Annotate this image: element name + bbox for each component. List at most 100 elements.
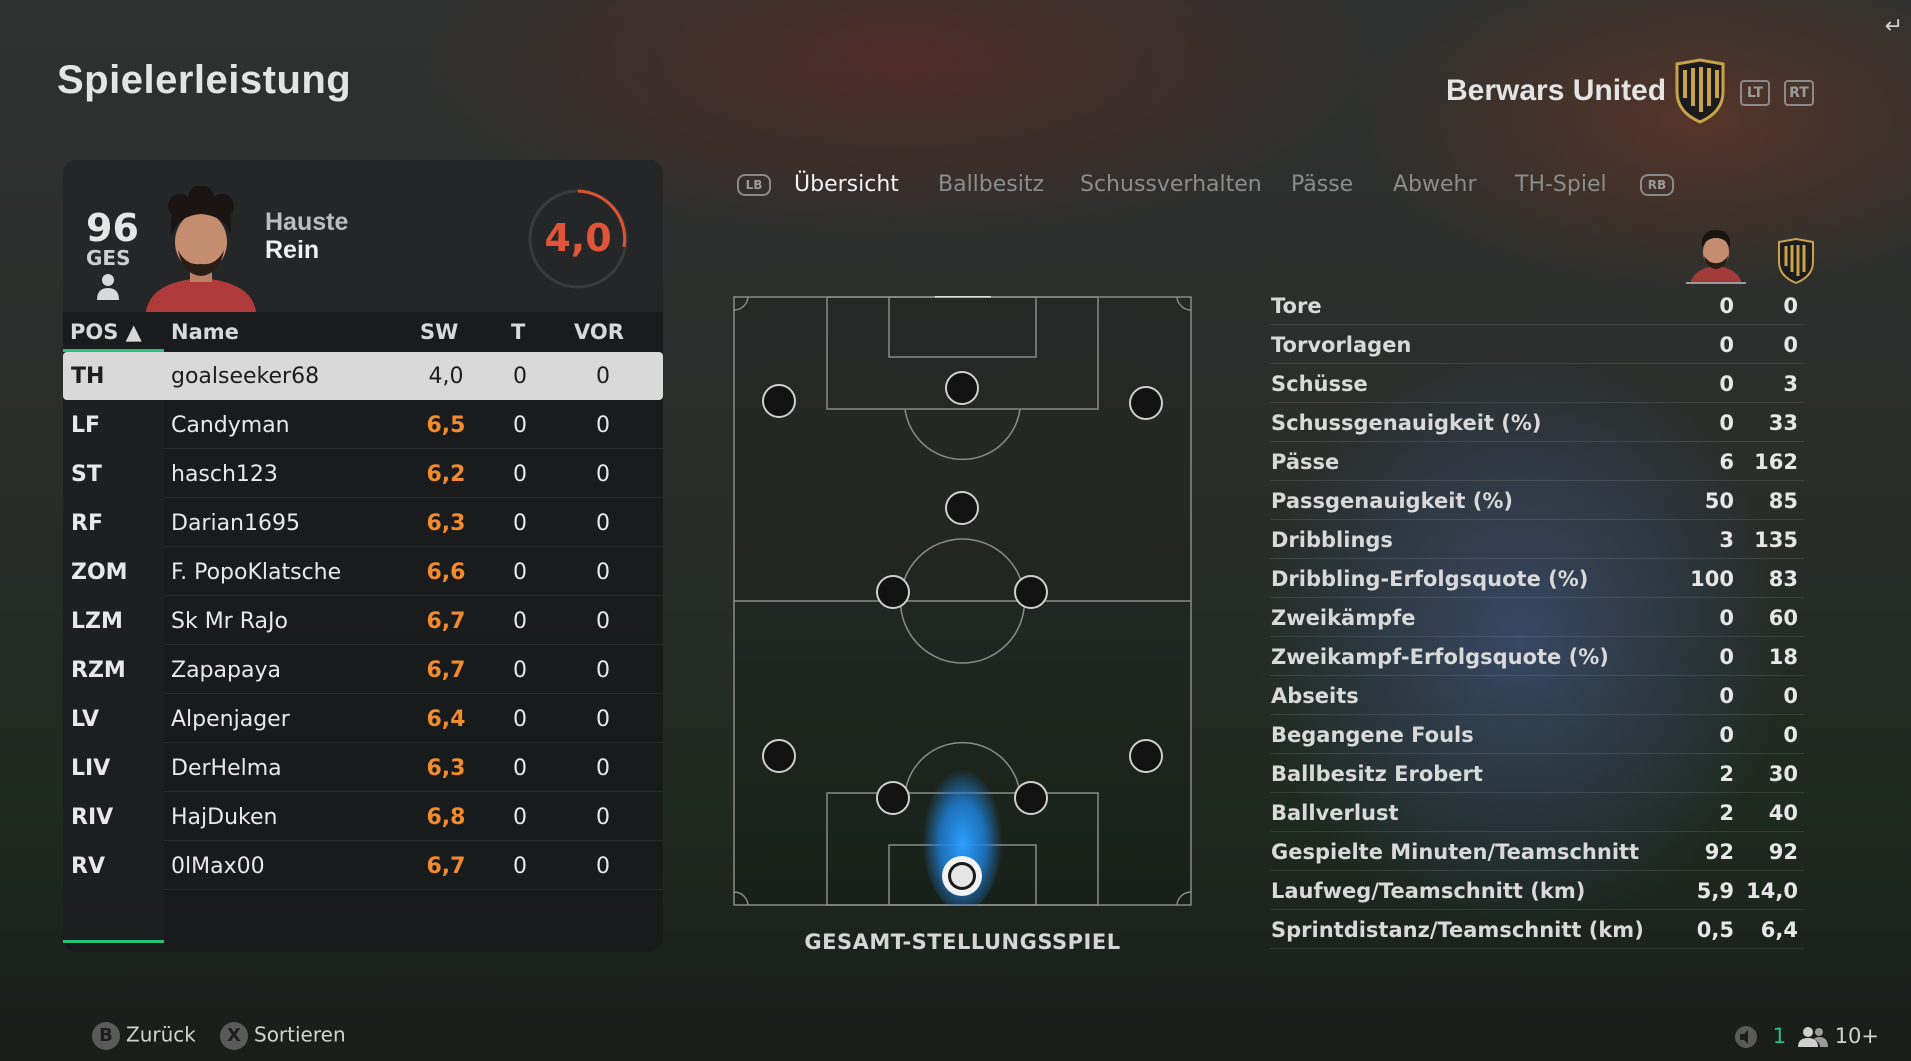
table-row[interactable]: RIV HajDuken 6,8 0 0 [63,793,663,841]
mute-icon [1735,1026,1757,1048]
row-divider [164,546,663,547]
stat-label: Dribblings [1271,528,1393,552]
row-position: RIV [71,805,114,830]
rt-button[interactable]: RT [1784,80,1814,106]
stat-row: Zweikämpfe 0 60 [1270,598,1804,637]
row-player-name: hasch123 [171,462,278,487]
row-goals: 0 [513,364,527,389]
row-player-name: 0lMax00 [171,854,265,879]
stat-player-value: 0 [1719,294,1734,318]
stat-row: Ballverlust 2 40 [1270,793,1804,832]
players-icon [1798,1027,1828,1047]
stat-row: Pässe 6 162 [1270,442,1804,481]
stat-row: Torvorlagen 0 0 [1270,325,1804,364]
row-goals: 0 [513,609,527,634]
table-row[interactable]: TH goalseeker68 4,0 0 0 [63,352,663,400]
stat-row: Dribbling-Erfolgsquote (%) 100 83 [1270,559,1804,598]
b-button-icon: B [92,1022,120,1050]
row-rating: 4,0 [428,364,464,389]
team-name: Berwars United [1446,74,1667,107]
stat-team-value: 0 [1783,294,1798,318]
back-button[interactable]: B Zurück [92,1022,196,1050]
stat-team-value: 92 [1768,840,1798,864]
stat-label: Torvorlagen [1271,333,1412,357]
stat-player-value: 0 [1719,333,1734,357]
row-divider [164,889,663,890]
stat-player-value: 2 [1719,801,1734,825]
stat-player-value: 5,9 [1696,879,1734,903]
stat-player-value: 0 [1719,411,1734,435]
tab-schussverhalten[interactable]: Schussverhalten [1080,172,1262,197]
stat-team-value: 40 [1768,801,1798,825]
stat-row: Sprintdistanz/Teamschnitt (km) 0,5 6,4 [1270,910,1804,949]
tab-ballbesitz[interactable]: Ballbesitz [938,172,1044,197]
col-header-pos[interactable]: POS ▲ [70,320,142,344]
table-row[interactable]: ST hasch123 6,2 0 0 [63,450,663,498]
table-row[interactable]: RF Darian1695 6,3 0 0 [63,499,663,547]
row-player-name: goalseeker68 [171,364,320,389]
table-row[interactable]: LF Candyman 6,5 0 0 [63,401,663,449]
stat-label: Sprintdistanz/Teamschnitt (km) [1271,918,1644,942]
table-row[interactable]: LV Alpenjager 6,4 0 0 [63,695,663,743]
rb-button[interactable]: RB [1640,174,1674,196]
stat-player-value: 3 [1719,528,1734,552]
row-assists: 0 [596,658,610,683]
row-player-name: Zapapaya [171,658,281,683]
row-goals: 0 [513,707,527,732]
row-divider [164,595,663,596]
stat-player-value: 2 [1719,762,1734,786]
row-rating: 6,6 [426,560,466,585]
stat-label: Laufweg/Teamschnitt (km) [1271,879,1586,903]
positioning-heatmap [733,296,1192,906]
stat-row: Abseits 0 0 [1270,676,1804,715]
stat-player-value: 92 [1704,840,1734,864]
row-rating: 6,2 [426,462,466,487]
row-goals: 0 [513,805,527,830]
lt-button[interactable]: LT [1740,80,1770,106]
row-divider [164,693,663,694]
table-row[interactable]: LIV DerHelma 6,3 0 0 [63,744,663,792]
row-assists: 0 [596,854,610,879]
stat-team-value: 14,0 [1746,879,1798,903]
stat-team-value: 60 [1768,606,1798,630]
stat-team-value: 0 [1783,333,1798,357]
table-row[interactable]: RV 0lMax00 6,7 0 0 [63,842,663,890]
stat-label: Tore [1271,294,1322,318]
row-goals: 0 [513,756,527,781]
stat-row: Passgenauigkeit (%) 50 85 [1270,481,1804,520]
row-player-name: Sk Mr RaJo [171,609,288,634]
col-header-t[interactable]: T [511,320,525,344]
row-rating: 6,8 [426,805,466,830]
table-row[interactable]: LZM Sk Mr RaJo 6,7 0 0 [63,597,663,645]
row-divider [164,644,663,645]
row-goals: 0 [513,511,527,536]
stat-label: Pässe [1271,450,1340,474]
match-rating: 4,0 [544,216,612,260]
stat-label: Schüsse [1271,372,1368,396]
lb-button[interactable]: LB [737,174,771,196]
page-title: Spielerleistung [57,58,352,102]
exit-icon[interactable]: ↵ [1885,14,1903,39]
tab-abwehr[interactable]: Abwehr [1393,172,1477,197]
table-row[interactable]: RZM Zapapaya 6,7 0 0 [63,646,663,694]
col-header-sw[interactable]: SW [420,320,458,344]
tab-th-spiel[interactable]: TH-Spiel [1515,172,1607,197]
tab-paesse[interactable]: Pässe [1291,172,1353,197]
stat-label: Gespielte Minuten/Teamschnitt [1271,840,1640,864]
stat-team-value: 0 [1783,723,1798,747]
sort-button[interactable]: X Sortieren [220,1022,346,1050]
team-crest-icon [1675,58,1725,124]
table-row[interactable]: ZOM F. PopoKlatsche 6,6 0 0 [63,548,663,596]
stat-team-value: 85 [1768,489,1798,513]
stat-player-value: 50 [1704,489,1734,513]
col-header-name[interactable]: Name [171,320,239,344]
notification-indicator: 1 [1734,1024,1786,1049]
online-players: 10+ [1798,1024,1879,1048]
tab-uebersicht[interactable]: Übersicht [794,172,899,197]
stat-row: Schüsse 0 3 [1270,364,1804,403]
row-assists: 0 [596,560,610,585]
row-position: LZM [71,609,123,634]
col-header-vor[interactable]: VOR [574,320,624,344]
player-avatar [136,186,266,312]
row-position: LV [71,707,100,732]
